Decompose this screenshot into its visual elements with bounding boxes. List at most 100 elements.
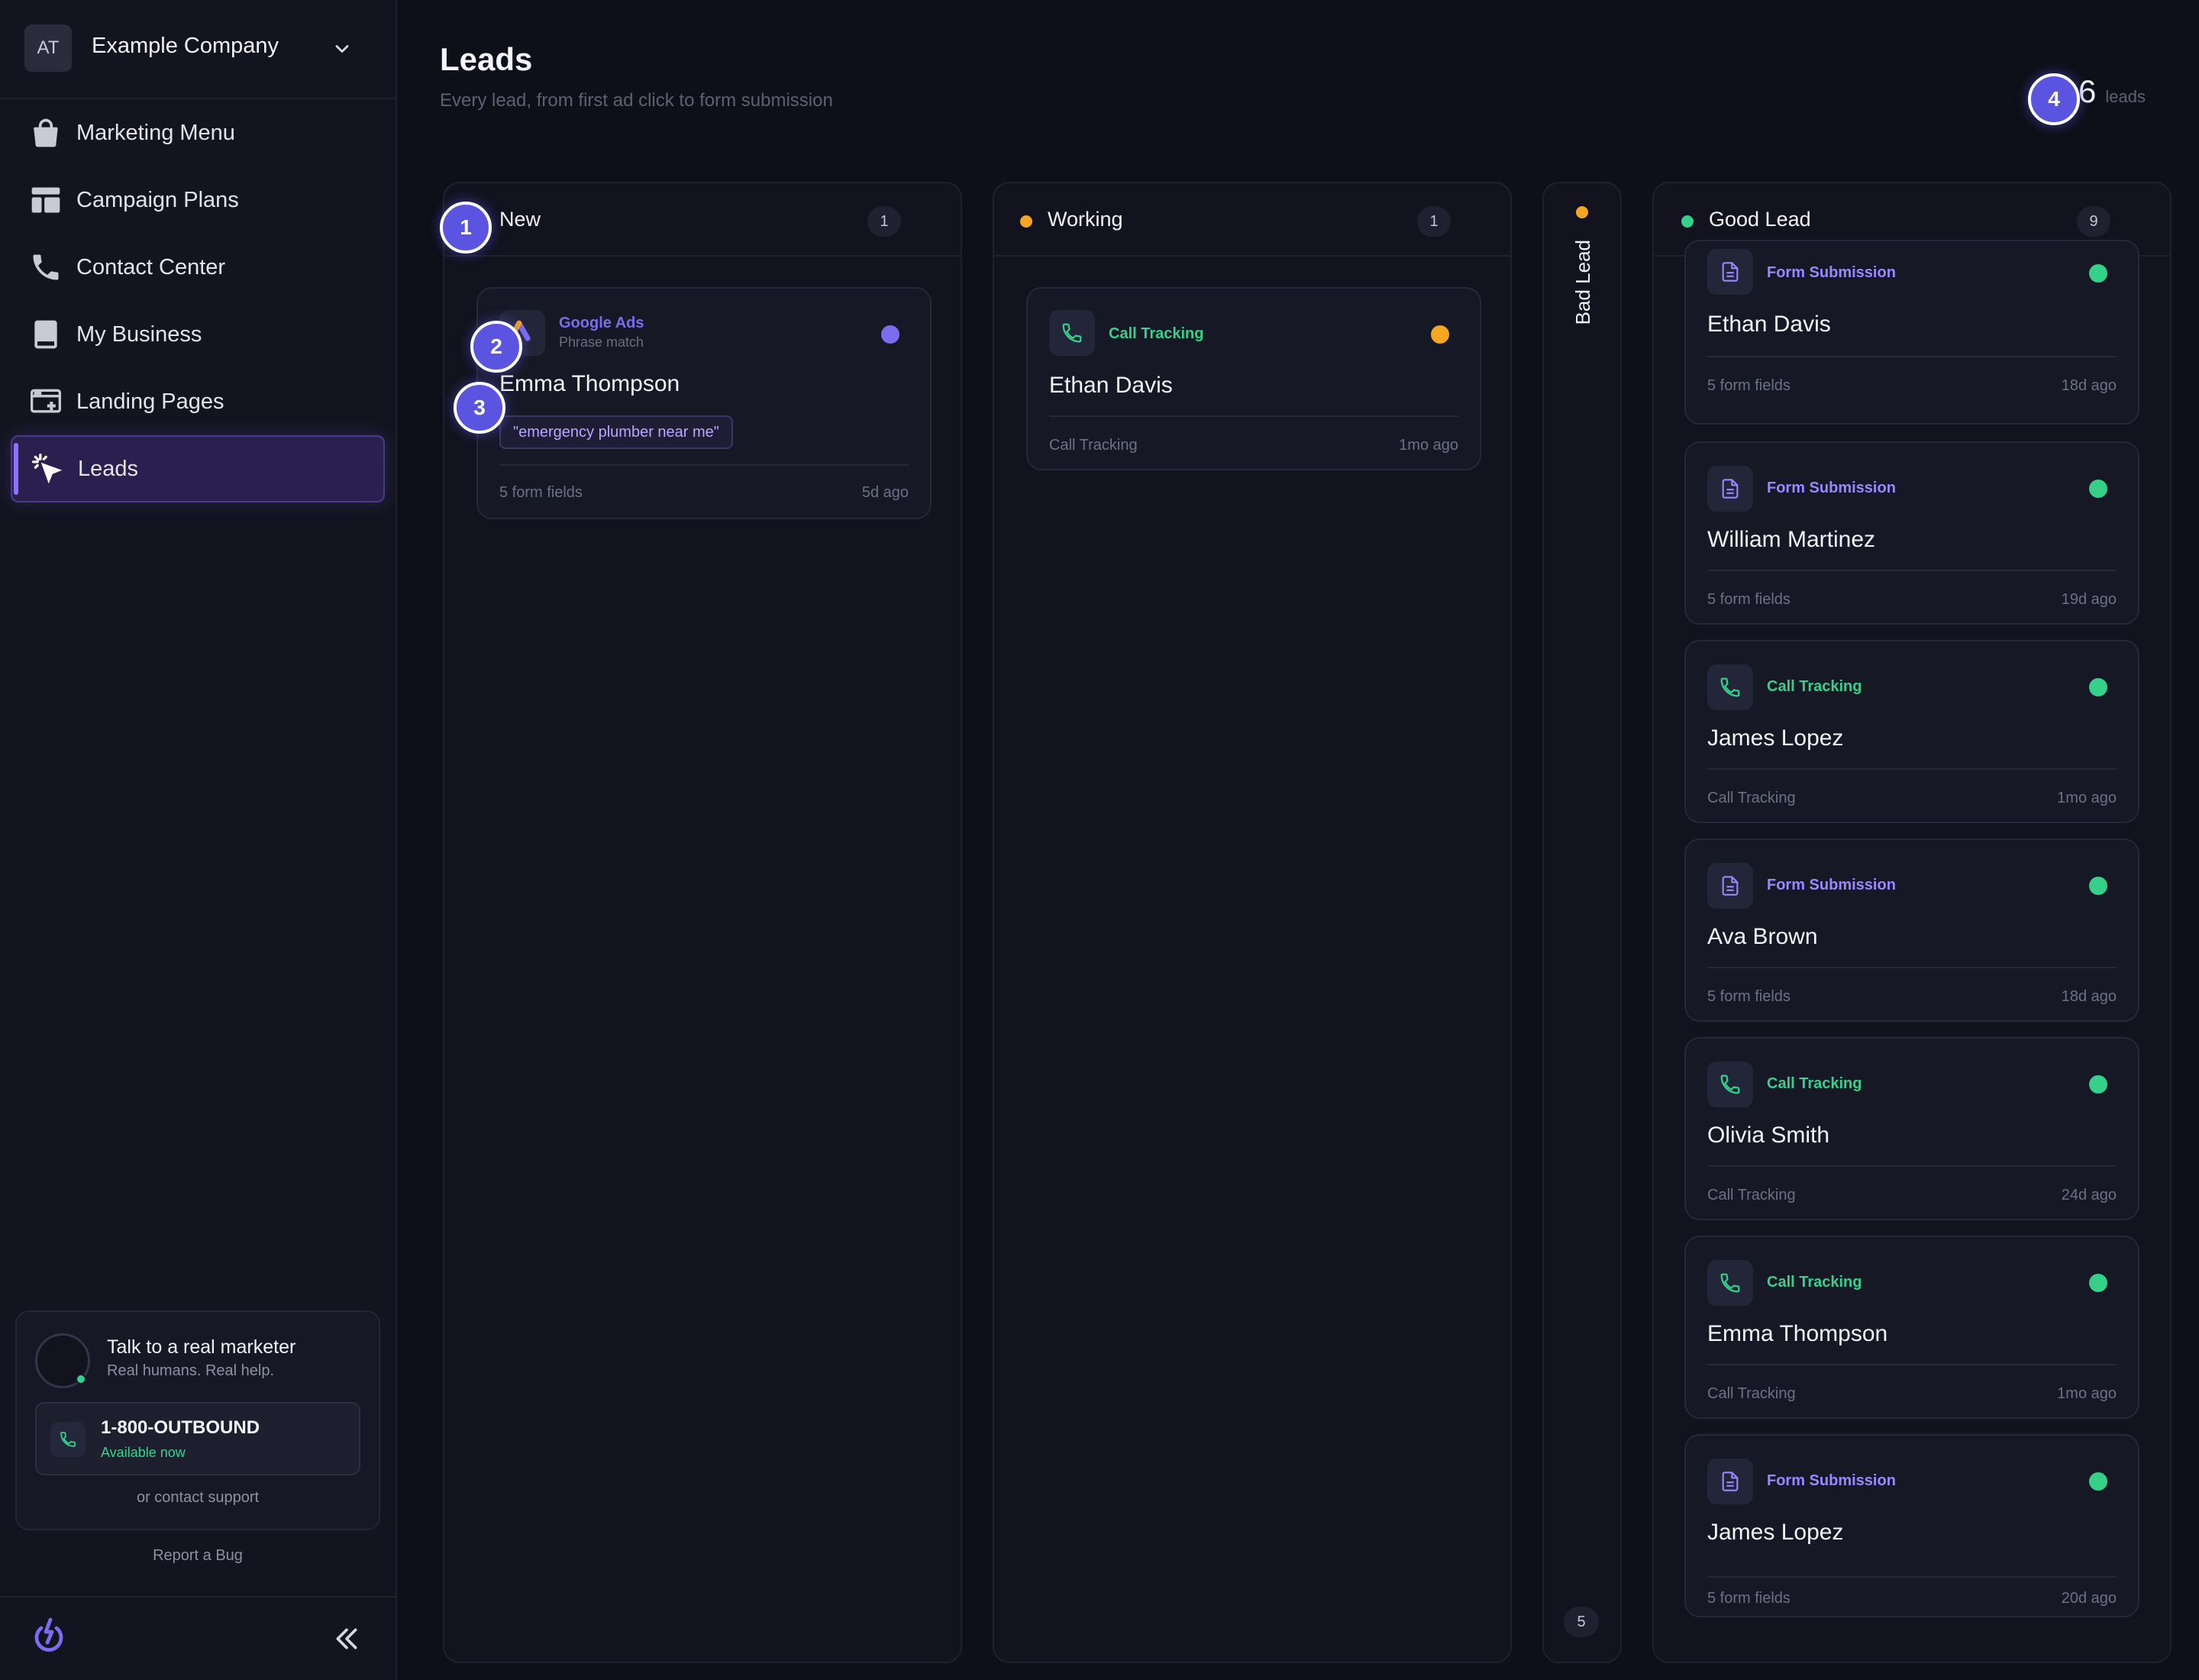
lead-card[interactable]: Call Tracking Olivia Smith Call Tracking…	[1684, 1037, 2139, 1220]
step-marker-3[interactable]: 3	[454, 382, 505, 434]
status-dot	[2089, 1075, 2107, 1094]
lead-age: 18d ago	[2061, 377, 2117, 394]
phone-icon	[50, 1422, 86, 1457]
lead-card[interactable]: Google Ads Phrase match Emma Thompson "e…	[476, 287, 932, 519]
company-avatar: AT	[24, 24, 72, 72]
column-title: Good Lead	[1709, 208, 1811, 231]
card-divider	[1707, 356, 2117, 357]
phone-icon	[33, 254, 59, 280]
sidebar-item-label: My Business	[76, 321, 202, 347]
lead-card[interactable]: Form Submission Ethan Davis 5 form field…	[1684, 240, 2139, 425]
lead-source: Form Submission	[1767, 264, 1896, 281]
sidebar-item-landing-pages[interactable]: Landing Pages	[11, 368, 385, 435]
contact-support-link[interactable]: or contact support	[17, 1489, 379, 1507]
company-switcher[interactable]: AT Example Company	[0, 0, 396, 99]
status-dot	[1576, 206, 1588, 218]
lead-source: Call Tracking	[1767, 1274, 1862, 1291]
column-bad-lead[interactable]: Bad Lead 5	[1542, 182, 1622, 1663]
lead-age: 1mo ago	[2057, 790, 2117, 806]
column-new: New 1 Google Ads Phrase match Emma Thomp…	[443, 182, 962, 1663]
sidebar-item-label: Marketing Menu	[76, 120, 235, 145]
sidebar: AT Example Company Marketing Menu Campai…	[0, 0, 397, 1680]
lead-age: 1mo ago	[2057, 1385, 2117, 1402]
card-divider	[1707, 1165, 2117, 1167]
column-count: 1	[1417, 206, 1451, 237]
lead-card[interactable]: Call Tracking James Lopez Call Tracking …	[1684, 640, 2139, 823]
phone-icon	[1707, 1061, 1753, 1107]
support-card: Talk to a real marketer Real humans. Rea…	[15, 1310, 380, 1530]
status-dot	[2089, 480, 2107, 498]
keyword-tag: "emergency plumber near me"	[499, 415, 733, 449]
status-dot	[2089, 678, 2107, 696]
step-marker-4[interactable]: 4	[2028, 73, 2080, 125]
step-marker-1[interactable]: 1	[440, 202, 492, 254]
lead-name: William Martinez	[1707, 527, 1876, 552]
column-title: Working	[1048, 208, 1123, 231]
step-marker-2[interactable]: 2	[470, 321, 522, 373]
document-icon	[1707, 863, 1753, 909]
sidebar-item-my-business[interactable]: My Business	[11, 301, 385, 368]
call-marketer-button[interactable]: 1-800-OUTBOUND Available now	[35, 1402, 360, 1475]
status-dot	[1431, 325, 1449, 344]
page-subtitle: Every lead, from first ad click to form …	[440, 90, 833, 111]
card-divider	[1707, 1364, 2117, 1365]
lead-name: Olivia Smith	[1707, 1123, 1830, 1148]
report-bug-link[interactable]: Report a Bug	[0, 1547, 396, 1565]
lead-source: Form Submission	[1767, 877, 1896, 893]
phone-icon	[1707, 1260, 1753, 1306]
sidebar-item-label: Landing Pages	[76, 389, 224, 414]
lead-fields: Call Tracking	[1049, 437, 1138, 454]
phone-icon	[1049, 310, 1095, 356]
lead-age: 18d ago	[2061, 988, 2117, 1005]
lead-age: 5d ago	[861, 484, 909, 501]
support-title: Talk to a real marketer	[107, 1336, 296, 1358]
document-icon	[1707, 466, 1753, 512]
lead-card[interactable]: Form Submission James Lopez 5 form field…	[1684, 1434, 2139, 1617]
company-name: Example Company	[92, 34, 279, 58]
browser-sparkle-icon	[31, 389, 61, 413]
lead-fields: 5 form fields	[1707, 591, 1791, 608]
lead-card[interactable]: Form Submission William Martinez 5 form …	[1684, 441, 2139, 625]
column-title: New	[499, 208, 541, 231]
card-divider	[1049, 415, 1458, 417]
lead-name: Emma Thompson	[1707, 1321, 1888, 1346]
column-count: 5	[1564, 1607, 1599, 1637]
sidebar-item-campaign-plans[interactable]: Campaign Plans	[11, 166, 385, 234]
sidebar-item-label: Contact Center	[76, 254, 226, 279]
status-dot	[1020, 215, 1032, 228]
column-good-lead: Good Lead 9 Form Submission Ethan Davis …	[1652, 182, 2172, 1663]
lead-source: Call Tracking	[1767, 1075, 1862, 1092]
phone-icon	[1707, 664, 1753, 710]
lead-card[interactable]: Call Tracking Emma Thompson Call Trackin…	[1684, 1236, 2139, 1419]
sidebar-item-label: Leads	[78, 456, 139, 481]
status-dot	[2089, 877, 2107, 895]
power-logo-icon[interactable]	[31, 1616, 67, 1657]
marketer-avatar	[35, 1333, 90, 1388]
column-title: Bad Lead	[1571, 240, 1594, 325]
layout-icon	[31, 187, 60, 213]
shopping-bag-icon	[34, 118, 58, 147]
sidebar-item-contact-center[interactable]: Contact Center	[11, 234, 385, 301]
lead-age: 19d ago	[2061, 591, 2117, 608]
lead-card[interactable]: Call Tracking Ethan Davis Call Tracking …	[1026, 287, 1481, 470]
status-dot	[1681, 215, 1694, 228]
lead-card[interactable]: Form Submission Ava Brown 5 form fields …	[1684, 838, 2139, 1022]
lead-source: Form Submission	[1767, 1472, 1896, 1489]
column-count: 1	[867, 206, 901, 237]
lead-name: Ethan Davis	[1049, 373, 1173, 398]
column-working: Working 1 Call Tracking Ethan Davis Call…	[993, 182, 1512, 1663]
sidebar-item-marketing-menu[interactable]: Marketing Menu	[11, 99, 385, 166]
status-dot	[881, 325, 899, 344]
lead-age: 24d ago	[2061, 1187, 2117, 1203]
page-title: Leads	[440, 41, 533, 77]
card-divider	[1707, 1576, 2117, 1578]
chevron-down-icon[interactable]	[331, 38, 353, 60]
lead-fields: Call Tracking	[1707, 1385, 1796, 1402]
collapse-sidebar-icon[interactable]	[331, 1623, 362, 1654]
lead-source: Form Submission	[1767, 480, 1896, 496]
lead-fields: Call Tracking	[1707, 1187, 1796, 1203]
lead-fields: 5 form fields	[1707, 377, 1791, 394]
status-dot	[2089, 1274, 2107, 1292]
card-divider	[1707, 570, 2117, 571]
sidebar-item-leads[interactable]: Leads	[11, 435, 385, 502]
